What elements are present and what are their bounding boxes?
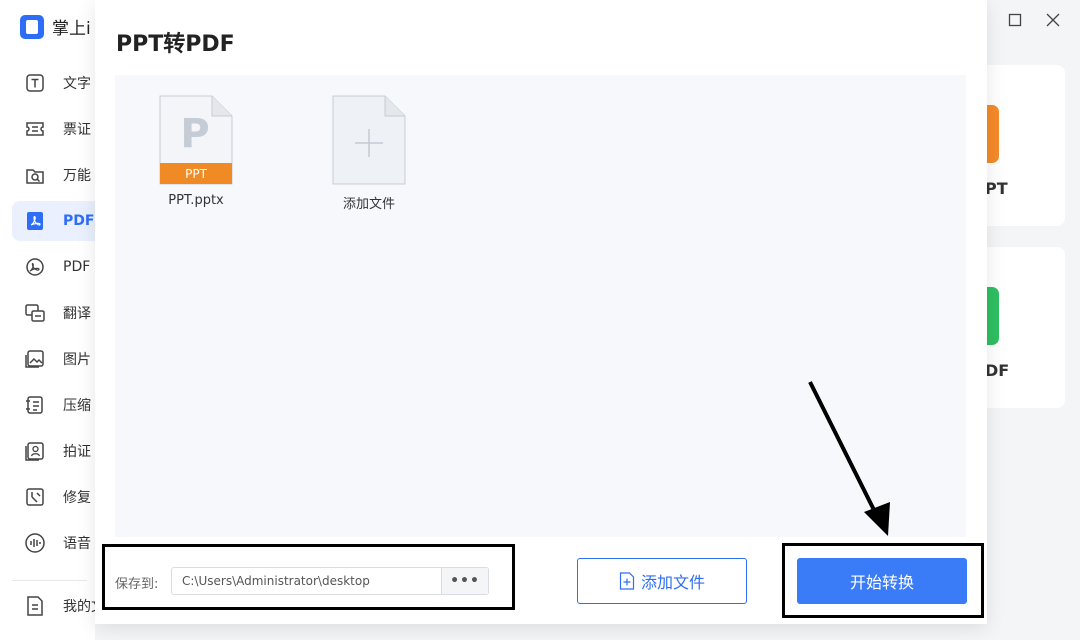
image-icon	[25, 350, 44, 368]
sidebar-item-label: 文字	[63, 76, 91, 92]
start-convert-label: 开始转换	[849, 573, 914, 592]
file-type-label: PPT	[185, 167, 207, 181]
sidebar-item-compress[interactable]: 压缩	[12, 385, 102, 425]
card-label: PT	[985, 179, 1008, 198]
pdf-tool-icon	[985, 287, 999, 345]
sidebar-divider	[12, 580, 87, 581]
close-icon[interactable]	[1045, 12, 1061, 28]
sidebar-item-my-files[interactable]: 我的文	[12, 586, 102, 626]
sidebar-item-label: 翻译	[63, 306, 91, 322]
sidebar-item-pdf[interactable]: PDF	[12, 201, 102, 241]
sidebar-item-translate[interactable]: 翻译	[12, 293, 102, 333]
sidebar-item-label: 万能	[63, 168, 91, 184]
file-drop-area[interactable]: P PPT PPT.pptx 添加文件	[115, 75, 966, 537]
sidebar-item-ticket[interactable]: 票证	[12, 109, 102, 149]
sidebar-item-label: 图片	[63, 352, 91, 368]
sidebar-item-text[interactable]: 文字	[12, 63, 102, 103]
compress-icon	[26, 396, 43, 414]
save-to-label: 保存到:	[115, 577, 159, 592]
file-letter: P	[180, 111, 209, 157]
add-file-tile-label: 添加文件	[342, 197, 395, 212]
app-title: 掌上i	[20, 14, 91, 39]
sidebar-item-label: 修复	[63, 490, 91, 506]
start-convert-button[interactable]: 开始转换	[797, 558, 967, 604]
repair-icon	[26, 488, 44, 506]
background-card-pdf[interactable]: DF	[985, 247, 1065, 408]
add-file-tile[interactable]: 添加文件	[314, 95, 424, 212]
sidebar-item-label: 压缩	[63, 398, 91, 414]
background-card-ppt[interactable]: PT	[985, 65, 1065, 226]
add-file-icon	[619, 572, 635, 590]
browse-button[interactable]: •••	[441, 568, 488, 594]
scan-icon	[26, 169, 44, 184]
app-title-text: 掌上i	[52, 19, 91, 39]
translate-icon	[25, 304, 45, 322]
voice-icon	[25, 533, 45, 553]
sidebar-item-id-photo[interactable]: 拍证	[12, 431, 102, 471]
sidebar-item-image[interactable]: 图片	[12, 339, 102, 379]
sidebar-item-pdf-convert[interactable]: PDF	[12, 247, 102, 287]
id-photo-icon	[25, 442, 44, 461]
sidebar-item-scan[interactable]: 万能	[12, 155, 102, 195]
file-item[interactable]: P PPT PPT.pptx	[141, 95, 251, 208]
pdf-icon	[27, 212, 43, 230]
text-icon	[26, 74, 44, 92]
card-label: DF	[985, 361, 1010, 380]
sidebar-item-repair[interactable]: 修复	[12, 477, 102, 517]
file-name: PPT.pptx	[168, 193, 224, 208]
save-path-field: •••	[171, 567, 489, 595]
sidebar-item-label: 语音	[63, 536, 91, 552]
app-logo-icon	[20, 14, 44, 39]
pdf-convert-icon	[26, 258, 44, 276]
ppt-file-icon: P PPT	[159, 95, 233, 185]
maximize-icon[interactable]	[1007, 12, 1023, 28]
sidebar: 掌上i 文字 票证 万能 PDF PDF 翻译 图片 压缩 拍证 修复 语音 我…	[0, 0, 102, 640]
ticket-icon	[26, 122, 44, 136]
sidebar-item-label: PDF	[63, 259, 91, 275]
document-icon	[27, 596, 43, 616]
add-file-button[interactable]: 添加文件	[577, 558, 747, 604]
sidebar-item-label: PDF	[63, 213, 95, 229]
save-path-input[interactable]	[172, 568, 441, 594]
dialog-title: PPT转PDF	[116, 32, 235, 57]
ppt-to-pdf-dialog: PPT转PDF P PPT PPT.pptx 添加文件 保存到: C:\User…	[95, 0, 987, 624]
add-file-button-label: 添加文件	[640, 573, 705, 592]
sidebar-item-voice[interactable]: 语音	[12, 523, 102, 563]
ppt-tool-icon	[985, 105, 999, 163]
sidebar-item-label: 票证	[63, 122, 91, 138]
sidebar-item-label: 拍证	[63, 444, 91, 460]
add-file-placeholder-icon	[332, 95, 406, 185]
